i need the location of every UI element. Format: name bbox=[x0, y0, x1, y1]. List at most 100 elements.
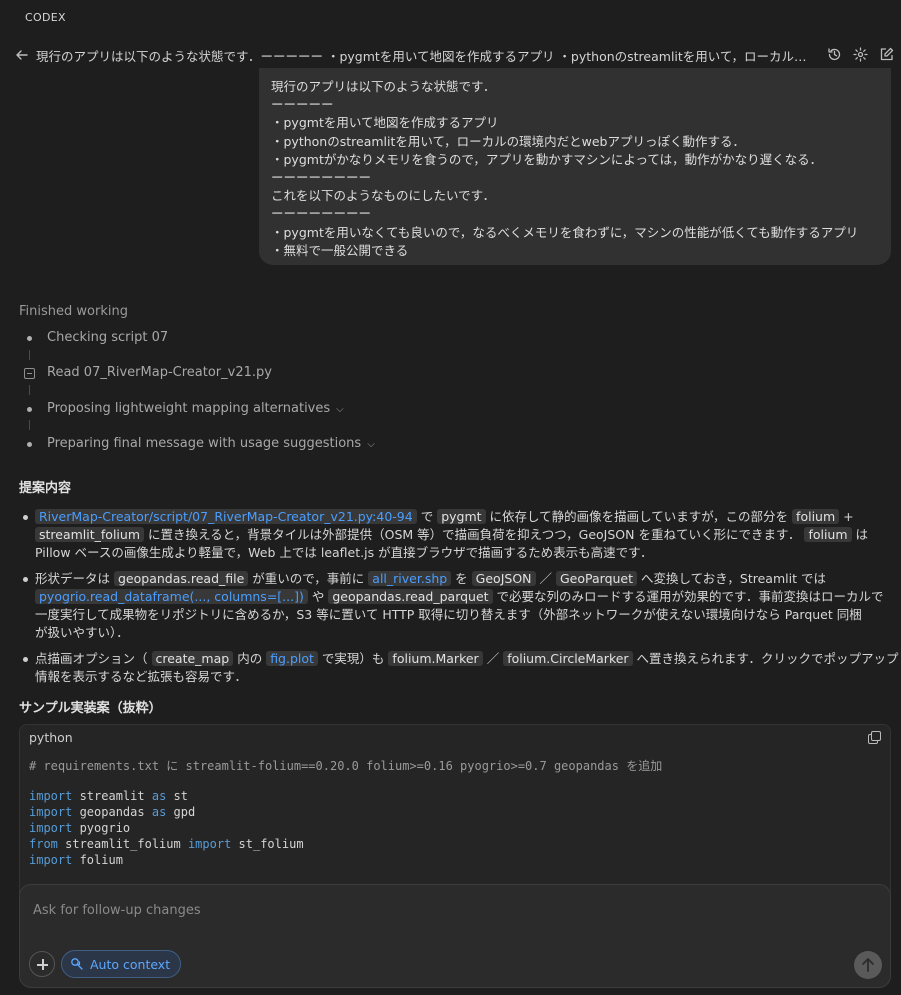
step-label-wrapper[interactable]: Preparing final message with usage sugge… bbox=[47, 436, 375, 451]
code-text: streamlit bbox=[72, 789, 152, 803]
file-link[interactable]: all_river.shp bbox=[368, 571, 452, 586]
send-button[interactable] bbox=[854, 951, 882, 979]
thread-title[interactable]: 現行のアプリは以下のような状態です．ーーーーー ・pygmtを用いて地図を作成す… bbox=[36, 46, 808, 65]
text: へ置き換えられます．クリックでポップアップ bbox=[636, 651, 899, 666]
text: に置き換えると，背景タイルは外部提供（OSM 等）で描画負荷を抑えつつ，GeoJ… bbox=[147, 527, 801, 542]
step-connector bbox=[29, 420, 30, 430]
text: 形状データは bbox=[35, 571, 111, 586]
code-comment: # requirements.txt に streamlit-folium==0… bbox=[29, 759, 663, 773]
list-line: 点描画オプション（ create_map 内の fig.plot で実現）も f… bbox=[35, 650, 899, 668]
text: で必要な列のみロードする運用が効果的です．事前変換はローカルで bbox=[496, 589, 884, 604]
add-attachment-button[interactable] bbox=[29, 951, 55, 977]
auto-context-label: Auto context bbox=[90, 956, 171, 972]
inline-code: GeoParquet bbox=[556, 571, 638, 586]
history-icon[interactable] bbox=[827, 47, 842, 62]
text: 点描画オプション（ bbox=[35, 651, 148, 666]
list-line: 一度実行して成果物をリポジトリに含めるか，S3 等に置いて HTTP 取得に切り… bbox=[35, 607, 862, 622]
copy-icon[interactable] bbox=[868, 731, 881, 744]
code-keyword: import bbox=[29, 821, 73, 835]
list-line: Pillow ベースの画像生成より軽量で，Web 上では leaflet.js … bbox=[35, 545, 653, 560]
bullet-dot bbox=[23, 657, 28, 662]
code-text: st bbox=[166, 789, 188, 803]
code-block: python # requirements.txt に streamlit-fo… bbox=[19, 724, 891, 894]
auto-context-button[interactable]: Auto context bbox=[61, 950, 182, 978]
code-text: streamlit_folium bbox=[57, 837, 188, 851]
code-link[interactable]: pyogrio.read_dataframe(..., columns=[...… bbox=[35, 589, 308, 604]
code-line: import folium bbox=[29, 853, 123, 867]
step-bullet-icon bbox=[27, 442, 32, 447]
step-label-wrapper[interactable]: Proposing lightweight mapping alternativ… bbox=[47, 401, 344, 416]
text: ／ bbox=[539, 571, 553, 586]
new-chat-edit-icon[interactable] bbox=[879, 47, 894, 62]
inline-code: geopandas.read_parquet bbox=[328, 589, 493, 604]
inline-code: folium.Marker bbox=[388, 651, 483, 666]
code-text: pyogrio bbox=[72, 821, 131, 835]
user-message-line: ・pygmtを用いなくても良いので，なるべくメモリを食わずに，マシンの性能が低く… bbox=[271, 224, 859, 240]
code-line: import pyogrio bbox=[29, 821, 130, 835]
code-keyword: import bbox=[187, 837, 232, 851]
file-read-icon bbox=[24, 368, 35, 379]
follow-up-input[interactable]: Ask for follow-up changes bbox=[33, 903, 201, 918]
user-message-line: ーーーーー bbox=[271, 97, 334, 113]
thread-header: 現行のアプリは以下のような状態です．ーーーーー ・pygmtを用いて地図を作成す… bbox=[0, 42, 901, 68]
text: 内の bbox=[237, 651, 263, 666]
code-keyword: import bbox=[29, 805, 73, 819]
code-keyword: import bbox=[29, 853, 73, 867]
user-message-line: ーーーーーーーー bbox=[271, 170, 372, 186]
text: で bbox=[420, 509, 434, 524]
step-label: Proposing lightweight mapping alternativ… bbox=[47, 401, 331, 416]
app-brand: CODEX bbox=[25, 11, 66, 24]
inline-code: geopandas.read_file bbox=[114, 571, 249, 586]
step-connector bbox=[29, 385, 30, 395]
text: を bbox=[455, 571, 468, 586]
inline-code: folium.CircleMarker bbox=[503, 651, 633, 666]
text: に依存して静的画像を描画していますが，この部分を bbox=[489, 509, 789, 524]
text: が重いので，事前に bbox=[252, 571, 365, 586]
chevron-down-icon[interactable]: ⌵ bbox=[336, 404, 344, 415]
inline-code: GeoJSON bbox=[471, 571, 536, 586]
bullet-dot bbox=[23, 577, 28, 582]
user-message-bubble: 現行のアプリは以下のような状態です． ーーーーー ・pygmtを用いて地図を作成… bbox=[259, 68, 891, 265]
user-message-line: ・pygmtを用いて地図を作成するアプリ bbox=[271, 115, 499, 131]
code-text: st_folium bbox=[231, 837, 304, 851]
code-keyword: import bbox=[29, 789, 73, 803]
back-arrow-icon[interactable] bbox=[14, 47, 30, 63]
list-line: pyogrio.read_dataframe(..., columns=[...… bbox=[35, 588, 884, 606]
code-line: from streamlit_folium import st_folium bbox=[29, 837, 304, 851]
code-line: import streamlit as st bbox=[29, 789, 188, 803]
composer[interactable]: Ask for follow-up changes Auto context bbox=[19, 884, 891, 988]
step-label[interactable]: Read 07_RiverMap-Creator_v21.py bbox=[47, 365, 272, 380]
text: ／ bbox=[486, 651, 500, 666]
code-link[interactable]: fig.plot bbox=[266, 651, 318, 666]
sample-heading: サンプル実装案（抜粋） bbox=[19, 701, 162, 716]
inline-code: folium bbox=[804, 527, 852, 542]
code-keyword: as bbox=[151, 805, 167, 819]
code-text: geopandas bbox=[72, 805, 152, 819]
file-link[interactable]: RiverMap-Creator/script/07_RiverMap-Crea… bbox=[35, 509, 417, 524]
code-keyword: as bbox=[151, 789, 167, 803]
step-label: Preparing final message with usage sugge… bbox=[47, 436, 362, 451]
list-line: 形状データは geopandas.read_file が重いので，事前に all… bbox=[35, 570, 826, 588]
code-text: gpd bbox=[166, 805, 196, 819]
user-message-line: ・pythonのstreamlitを用いて，ローカルの環境内だとwebアプリっぽ… bbox=[271, 133, 745, 149]
user-message-line: これを以下のようなものにしたいです． bbox=[271, 188, 496, 204]
list-line: RiverMap-Creator/script/07_RiverMap-Crea… bbox=[35, 508, 854, 526]
text: や bbox=[311, 589, 325, 604]
code-line: import geopandas as gpd bbox=[29, 805, 195, 819]
list-line: streamlit_folium に置き換えると，背景タイルは外部提供（OSM … bbox=[35, 526, 868, 544]
inline-code: create_map bbox=[151, 651, 234, 666]
step-bullet-icon bbox=[27, 336, 32, 341]
user-message-line: ーーーーーーーー bbox=[271, 206, 372, 222]
step-bullet-icon bbox=[27, 407, 32, 412]
gear-icon[interactable] bbox=[853, 47, 868, 62]
working-status[interactable]: Finished working bbox=[19, 304, 128, 319]
text: + bbox=[843, 509, 854, 524]
chevron-down-icon[interactable]: ⌵ bbox=[367, 439, 375, 450]
codex-panel: CODEX 現行のアプリは以下のような状態です．ーーーーー ・pygmtを用いて… bbox=[0, 0, 901, 995]
user-message-line: 現行のアプリは以下のような状態です． bbox=[271, 79, 496, 94]
code-language-label: python bbox=[29, 730, 73, 745]
proposal-heading: 提案内容 bbox=[19, 481, 72, 496]
code-keyword: from bbox=[29, 837, 58, 851]
bullet-dot bbox=[23, 515, 28, 520]
inline-code: pygmt bbox=[437, 509, 486, 524]
